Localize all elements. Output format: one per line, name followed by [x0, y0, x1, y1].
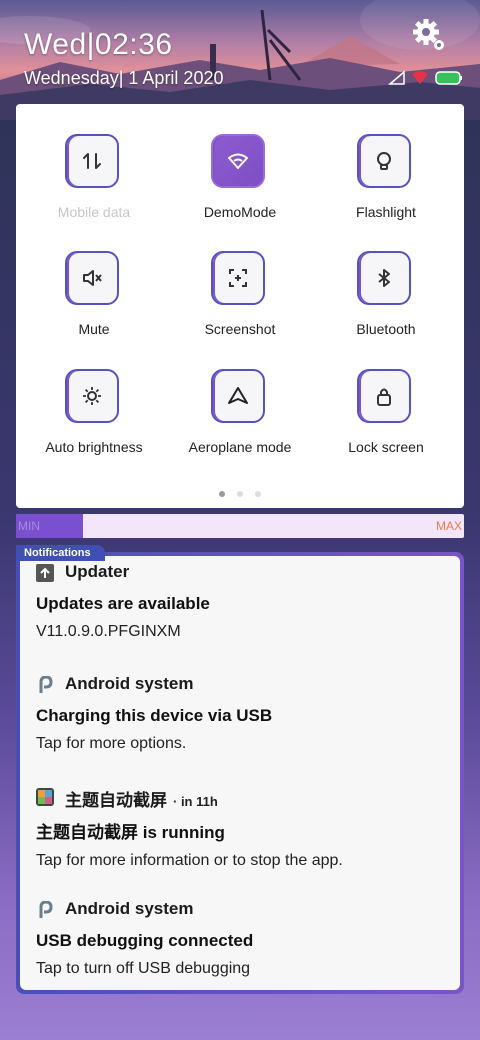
- mute-icon: [65, 251, 119, 305]
- notification-app-name: Android system: [65, 674, 194, 693]
- notification-text: Tap for more options.: [36, 735, 187, 752]
- page-indicator: [16, 482, 464, 501]
- notification-text: V11.0.9.0.PFGINXM: [36, 623, 181, 640]
- page-dot: [255, 491, 261, 497]
- notifications-card: Updater Updates are available V11.0.9.0.…: [20, 556, 460, 990]
- brightness-slider[interactable]: MIN MAX: [16, 514, 464, 538]
- date-text: Wednesday| 1 April 2020: [24, 68, 224, 88]
- notification-title: Updates are available: [36, 594, 210, 613]
- slider-min-label: MIN: [18, 519, 40, 533]
- quick-settings-panel: Mobile data DemoMode Flashlight Mute Scr…: [16, 104, 464, 508]
- notification-title: 主题自动截屏 is running: [36, 823, 225, 842]
- tile-label: Mute: [78, 321, 110, 337]
- wifi-icon: [211, 134, 265, 188]
- tile-label: Flashlight: [356, 204, 416, 220]
- notification-title: Charging this device via USB: [36, 706, 273, 725]
- tile-label: Mobile data: [57, 204, 131, 220]
- settings-gear-icon[interactable]: [410, 16, 448, 54]
- screenshot-icon: [211, 251, 265, 305]
- notification-text: Tap for more information or to stop the …: [36, 852, 343, 869]
- wifi-icon: [412, 71, 428, 84]
- bluetooth-icon: [357, 251, 411, 305]
- tile-lock-screen[interactable]: Lock screen: [313, 343, 459, 455]
- signal-icon: [387, 70, 405, 85]
- brightness-icon: [65, 369, 119, 423]
- notifications-tag: Notifications: [16, 545, 105, 561]
- android-system-icon: [36, 900, 54, 919]
- tile-mute[interactable]: Mute: [21, 225, 167, 337]
- notification-text: Tap to turn off USB debugging: [36, 960, 251, 977]
- tile-label: DemoMode: [203, 204, 277, 220]
- slider-max-label: MAX: [435, 519, 462, 533]
- tile-aeroplane-mode[interactable]: Aeroplane mode: [167, 343, 313, 455]
- aeroplane-icon: [211, 369, 265, 423]
- tile-label: Bluetooth: [356, 321, 416, 337]
- data-arrows-icon: [65, 134, 119, 188]
- notification-usb-debugging[interactable]: Android system USB debugging connected T…: [36, 899, 456, 978]
- android-system-icon: [36, 675, 54, 694]
- updater-icon: [36, 564, 54, 582]
- tile-auto-brightness[interactable]: Auto brightness: [21, 343, 167, 455]
- notification-title: USB debugging connected: [36, 931, 254, 950]
- notification-app-name: Updater: [65, 562, 130, 581]
- tile-demomode[interactable]: DemoMode: [167, 108, 313, 220]
- notification-updater[interactable]: Updater Updates are available V11.0.9.0.…: [36, 562, 456, 641]
- tile-mobile-data[interactable]: Mobile data: [21, 108, 167, 220]
- tile-label: Screenshot: [204, 321, 276, 337]
- notification-time: · in 11h: [173, 794, 218, 809]
- theme-app-icon: [36, 788, 54, 806]
- tile-label: Lock screen: [348, 439, 424, 455]
- flashlight-icon: [357, 134, 411, 188]
- notification-app-name: 主题自动截屏 · in 11h: [65, 791, 218, 810]
- lock-icon: [357, 369, 411, 423]
- status-icons: [387, 68, 464, 88]
- tile-label: Aeroplane mode: [188, 439, 292, 455]
- page-dot-active: [219, 491, 225, 497]
- notification-theme-screenshot[interactable]: 主题自动截屏 · in 11h 主题自动截屏 is running Tap for…: [36, 786, 456, 870]
- battery-icon: [435, 71, 462, 85]
- tile-bluetooth[interactable]: Bluetooth: [313, 225, 459, 337]
- tile-screenshot[interactable]: Screenshot: [167, 225, 313, 337]
- page-dot: [237, 491, 243, 497]
- notification-app-name: Android system: [65, 899, 194, 918]
- tile-label: Auto brightness: [45, 439, 143, 455]
- notification-charging[interactable]: Android system Charging this device via …: [36, 674, 456, 753]
- clock-time: Wed|02:36: [24, 28, 173, 61]
- tile-flashlight[interactable]: Flashlight: [313, 108, 459, 220]
